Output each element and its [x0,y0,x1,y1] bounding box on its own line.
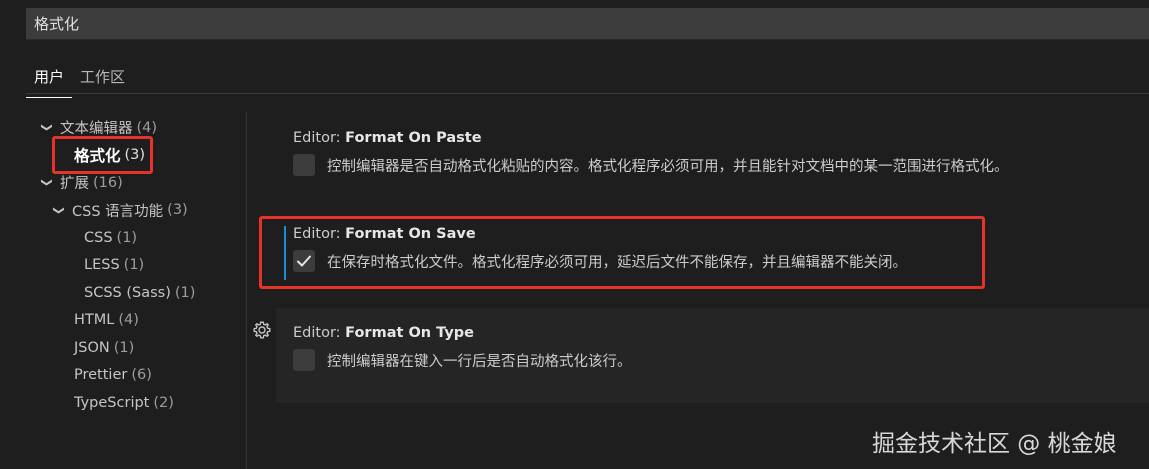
annotation-highlight-box [52,136,153,174]
search-value: 格式化 [34,15,80,33]
setting-description: 控制编辑器是否自动格式化粘贴的内容。格式化程序必须可用，并且能针对文档中的某一范… [327,158,1009,175]
toc-item-count: (1) [174,284,196,301]
toc-item-count: (6) [131,367,152,384]
toc-item-css-language[interactable]: ❯ CSS 语言功能 (3) [40,197,245,225]
toc-item-count: (16) [93,174,123,191]
chevron-down-icon: ❯ [40,123,54,133]
toc-item-less[interactable]: LESS (1) [40,252,245,280]
setting-category: Editor: [293,325,346,341]
toc-item-label: CSS 语言功能 [72,203,164,220]
tab-user-label: 用户 [34,68,65,86]
tab-workspace-label: 工作区 [80,68,126,86]
settings-editor: 格式化 用户 工作区 ❯ 文本编辑器 (4) 格式化 (3) ❯ 扩展 (16)… [0,0,1149,469]
chevron-down-icon: ❯ [40,178,54,188]
watermark: 掘金技术社区 @ 桃金娘 [872,431,1117,457]
toc-item-count: (3) [167,202,188,219]
setting-format-on-paste: Editor: Format On Paste 控制编辑器是否自动格式化粘贴的内… [276,130,1149,186]
toc-item-typescript[interactable]: TypeScript (2) [40,389,245,417]
toc-item-css[interactable]: CSS (1) [40,224,245,252]
setting-key: Format On Paste [345,130,482,146]
toc-divider [246,112,247,469]
format-on-type-checkbox[interactable] [293,349,315,371]
setting-format-on-type: Editor: Format On Type 控制编辑器在键入一行后是否自动格式… [276,308,1149,403]
toc-item-html[interactable]: HTML (4) [40,307,245,335]
setting-description: 控制编辑器在键入一行后是否自动格式化该行。 [327,353,632,370]
toc-item-count: (1) [123,257,145,274]
setting-category: Editor: [293,130,346,146]
toc-item-count: (4) [136,119,158,136]
toc-item-label: TypeScript [74,394,150,411]
toc-item-count: (1) [113,339,135,356]
toc-item-label: JSON [74,339,110,356]
format-on-paste-checkbox[interactable] [293,154,315,176]
toc-item-prettier[interactable]: Prettier (6) [40,362,245,390]
setting-title: Editor: Format On Paste [293,130,1149,146]
toc-item-count: (2) [153,394,174,411]
toc-item-label: CSS [84,229,113,246]
toc-item-label: 扩展 [60,176,89,193]
gear-icon[interactable] [252,320,272,340]
settings-search-input[interactable]: 格式化 [26,8,1149,40]
toc-item-label: SCSS (Sass) [84,284,171,301]
toc-item-label: LESS [84,257,120,274]
setting-title: Editor: Format On Type [293,325,1149,341]
setting-key: Format On Type [345,325,474,341]
annotation-highlight-box [259,216,985,289]
chevron-down-icon: ❯ [52,205,66,215]
toc-item-count: (4) [118,312,139,329]
toc-item-count: (1) [116,229,138,246]
toc-item-label: HTML [74,312,115,329]
tabs-divider [26,93,1149,94]
toc-item-label: Prettier [74,367,128,384]
toc-item-scss[interactable]: SCSS (Sass) (1) [40,279,245,307]
toc-item-json[interactable]: JSON (1) [40,334,245,362]
